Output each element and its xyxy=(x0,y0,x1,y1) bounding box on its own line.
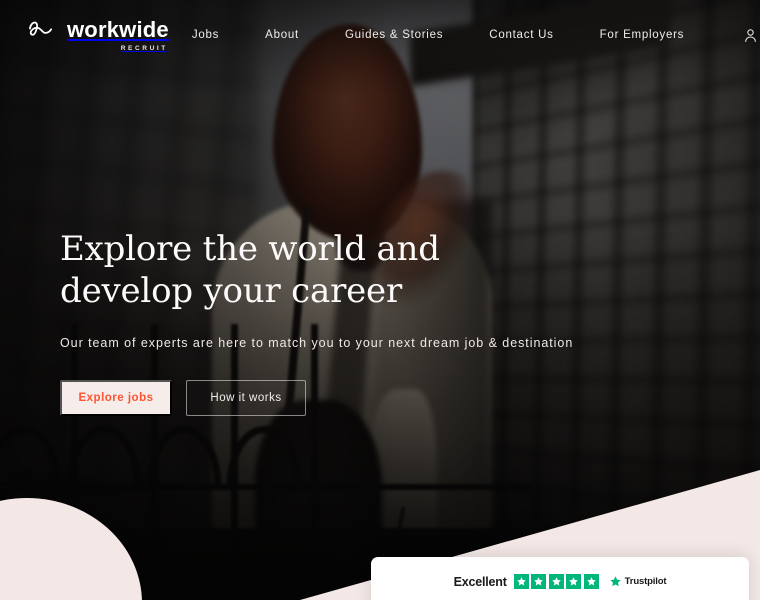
brand-name: workwide xyxy=(67,16,169,42)
how-it-works-button[interactable]: How it works xyxy=(186,380,306,417)
user-icon xyxy=(745,28,756,42)
nav-item-about[interactable]: About xyxy=(242,29,322,41)
site-header: workwide RECRUIT Jobs About Guides & Sto… xyxy=(0,0,760,70)
nav-item-guides-stories[interactable]: Guides & Stories xyxy=(322,29,466,41)
trustpilot-card[interactable]: Excellent Trustpilot xyxy=(371,557,749,600)
star-icon xyxy=(566,574,582,589)
star-icon xyxy=(531,574,547,589)
hero-content: Explore the world and develop your caree… xyxy=(60,228,580,417)
star-icon xyxy=(610,576,621,587)
hero-cta-row: Explore jobs How it works xyxy=(60,380,580,417)
hero-title: Explore the world and develop your caree… xyxy=(60,229,440,312)
star-icon xyxy=(513,574,529,589)
account-button[interactable]: Account xyxy=(743,28,760,43)
star-icon xyxy=(583,574,599,589)
brand-logo[interactable]: workwide RECRUIT xyxy=(28,16,169,52)
explore-jobs-button[interactable]: Explore jobs xyxy=(60,380,172,417)
primary-navigation: Jobs About Guides & Stories Contact Us F… xyxy=(169,28,760,43)
squiggle-loop-icon xyxy=(29,21,53,36)
nav-item-jobs[interactable]: Jobs xyxy=(169,29,242,41)
star-icon xyxy=(548,574,564,589)
hero-subtitle: Our team of experts are here to match yo… xyxy=(60,336,574,351)
brand-logo-row: workwide xyxy=(28,16,169,42)
nav-item-for-employers[interactable]: For Employers xyxy=(577,29,708,41)
nav-item-contact-us[interactable]: Contact Us xyxy=(466,29,576,41)
trustpilot-stars xyxy=(513,574,599,589)
trustpilot-logo: Trustpilot xyxy=(609,575,667,588)
trustpilot-brand-label: Trustpilot xyxy=(624,576,667,587)
trustpilot-rating-label: Excellent xyxy=(453,574,507,589)
trustpilot-row: Excellent Trustpilot xyxy=(454,574,667,589)
brand-tagline: RECRUIT xyxy=(120,44,168,52)
hero-stage: workwide RECRUIT Jobs About Guides & Sto… xyxy=(0,0,760,600)
